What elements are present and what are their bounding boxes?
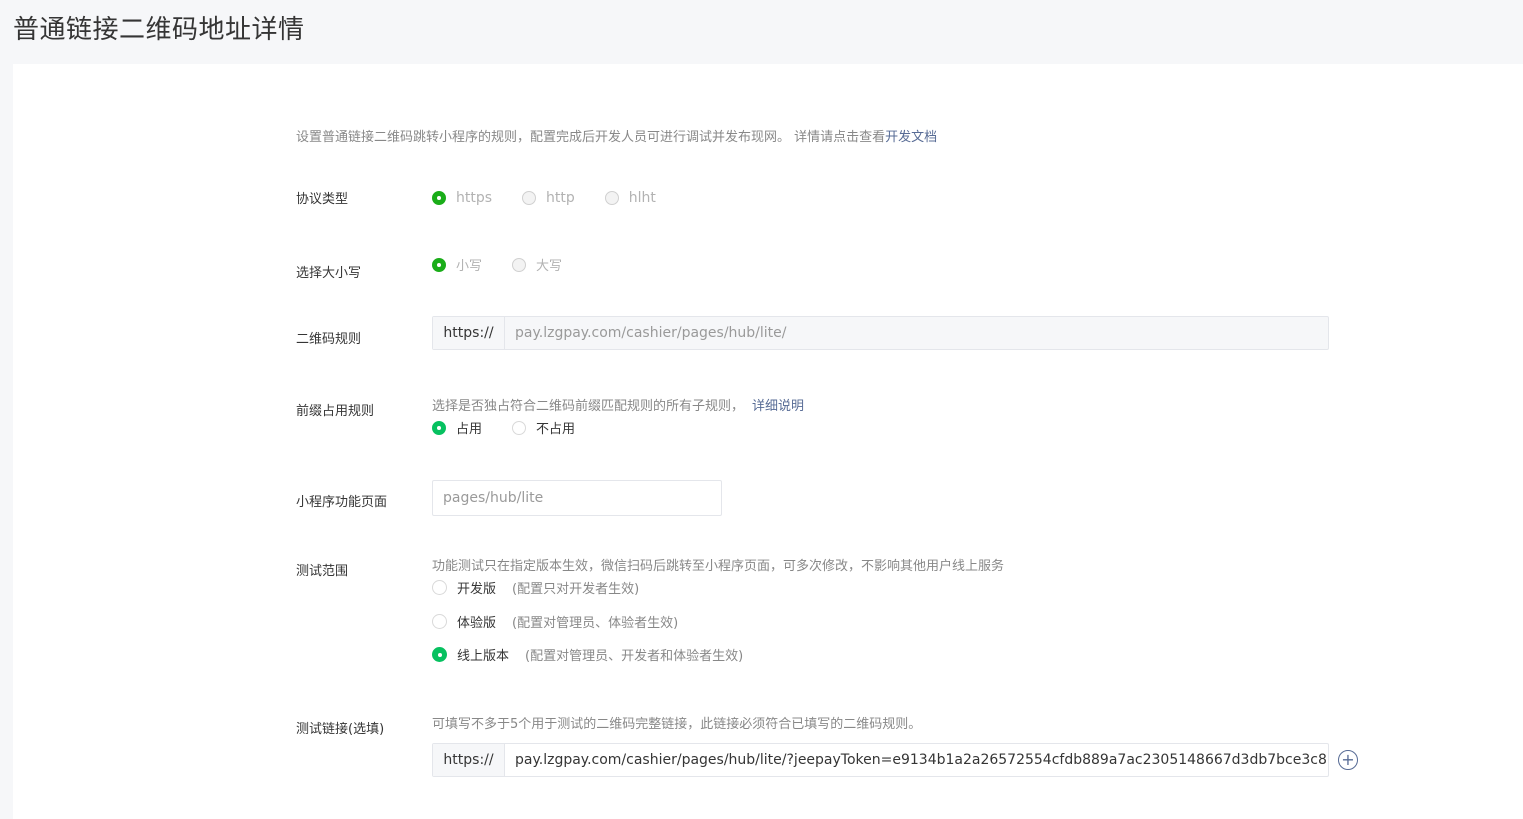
- intro-description: 设置普通链接二维码跳转小程序的规则，配置完成后开发人员可进行调试并发布现网。 详…: [296, 130, 886, 145]
- scope-option-dev[interactable]: 开发版 (配置只对开发者生效): [432, 578, 639, 597]
- prefix-radio-group: 占用 不占用: [432, 418, 605, 437]
- radio-checked-icon: [432, 420, 446, 435]
- test-link-label: 测试链接(选填): [296, 722, 385, 737]
- prefix-rule-desc: 选择是否独占符合二维码前缀匹配规则的所有子规则， 详细说明: [432, 399, 805, 414]
- radio-unchecked-icon: [432, 580, 447, 595]
- prefix-rule-label: 前缀占用规则: [296, 404, 375, 419]
- plus-circle-icon[interactable]: +: [1338, 750, 1358, 770]
- qr-rule-field: https:// pay.lzgpay.com/cashier/pages/hu…: [432, 316, 1329, 350]
- test-link-desc: 可填写不多于5个用于测试的二维码完整链接，此链接必须符合已填写的二维码规则。: [432, 717, 922, 732]
- qr-rule-prefix: https://: [433, 317, 505, 349]
- qr-rule-value: pay.lzgpay.com/cashier/pages/hub/lite/: [515, 325, 787, 341]
- protocol-option-hlht[interactable]: hlht: [604, 190, 656, 206]
- test-link-prefix: https://: [433, 744, 505, 776]
- case-radio-group: 小写 大写: [432, 255, 592, 274]
- scope-desc: 功能测试只在指定版本生效，微信扫码后跳转至小程序页面，可多次修改，不影响其他用户…: [432, 559, 1005, 574]
- case-option-lower[interactable]: 小写: [432, 255, 482, 274]
- scope-option-release[interactable]: 线上版本 (配置对管理员、开发者和体验者生效): [432, 645, 743, 664]
- protocol-radio-group: https http hlht: [432, 190, 686, 206]
- dev-docs-link[interactable]: 开发文档: [885, 130, 937, 145]
- test-link-input[interactable]: pay.lzgpay.com/cashier/pages/hub/lite/?j…: [505, 744, 1328, 776]
- page-path-label: 小程序功能页面: [296, 495, 388, 510]
- form-card: 设置普通链接二维码跳转小程序的规则，配置完成后开发人员可进行调试并发布现网。 详…: [13, 64, 1523, 819]
- detail-link[interactable]: 详细说明: [752, 399, 804, 414]
- prefix-option-occupy[interactable]: 占用: [432, 418, 482, 437]
- scope-option-trial[interactable]: 体验版 (配置对管理员、体验者生效): [432, 612, 678, 631]
- radio-checked-icon: [432, 257, 446, 272]
- test-link-field[interactable]: https:// pay.lzgpay.com/cashier/pages/hu…: [432, 743, 1329, 777]
- protocol-label: 协议类型: [296, 192, 349, 207]
- radio-checked-icon: [432, 191, 446, 205]
- protocol-option-http[interactable]: http: [522, 190, 575, 206]
- radio-unchecked-icon: [512, 420, 527, 435]
- case-label: 选择大小写: [296, 266, 362, 281]
- protocol-option-https[interactable]: https: [432, 190, 492, 206]
- radio-unchecked-icon: [512, 257, 527, 272]
- qr-rule-label: 二维码规则: [296, 332, 362, 347]
- page-path-input[interactable]: pages/hub/lite: [432, 480, 722, 516]
- scope-label: 测试范围: [296, 564, 349, 579]
- radio-unchecked-icon: [604, 191, 619, 205]
- prefix-option-not-occupy[interactable]: 不占用: [512, 418, 575, 437]
- page-title: 普通链接二维码地址详情: [13, 15, 305, 45]
- radio-unchecked-icon: [432, 614, 447, 629]
- case-option-upper[interactable]: 大写: [512, 255, 562, 274]
- intro-text: 设置普通链接二维码跳转小程序的规则，配置完成后开发人员可进行调试并发布现网。 详…: [296, 126, 937, 145]
- radio-unchecked-icon: [522, 191, 537, 205]
- radio-checked-icon: [432, 647, 447, 662]
